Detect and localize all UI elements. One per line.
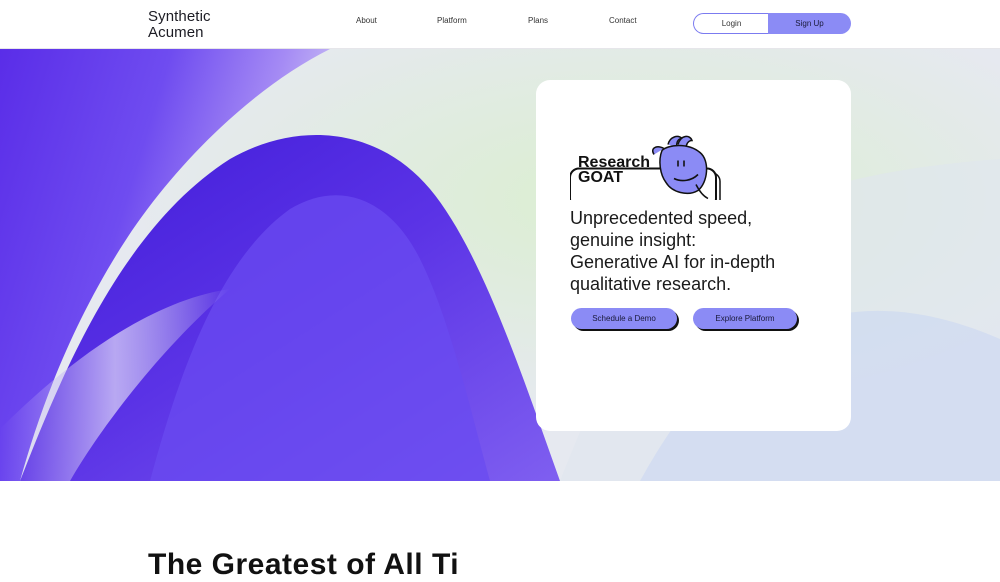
badge-line1: Research xyxy=(578,154,651,171)
badge-line2: GOAT xyxy=(578,169,624,186)
nav-plans[interactable]: Plans xyxy=(528,16,548,25)
hero-headline: Unprecedented speed, genuine insight: Ge… xyxy=(570,207,840,295)
badge-research-goat: Research GOAT xyxy=(578,154,651,186)
headline-line-2: genuine insight: xyxy=(570,230,697,250)
brand-line1: Synthetic xyxy=(148,8,211,25)
nav-platform[interactable]: Platform xyxy=(437,16,467,25)
headline-line-1: Unprecedented speed, xyxy=(570,208,753,228)
nav-contact[interactable]: Contact xyxy=(609,16,637,25)
brand-line2: Acumen xyxy=(148,24,204,41)
headline-line-4: qualitative research. xyxy=(570,274,732,294)
schedule-demo-button[interactable]: Schedule a Demo xyxy=(571,308,677,329)
nav-about[interactable]: About xyxy=(356,16,377,25)
brand-logo[interactable]: Synthetic Acumen xyxy=(148,8,238,40)
section-heading: The Greatest of All Ti xyxy=(148,548,460,581)
headline-line-3: Generative AI for in-depth xyxy=(570,252,776,272)
login-button[interactable]: Login xyxy=(693,13,769,34)
explore-platform-button[interactable]: Explore Platform xyxy=(693,308,797,329)
top-header: Synthetic Acumen About Platform Plans Co… xyxy=(0,0,1000,49)
signup-button[interactable]: Sign Up xyxy=(768,13,851,34)
